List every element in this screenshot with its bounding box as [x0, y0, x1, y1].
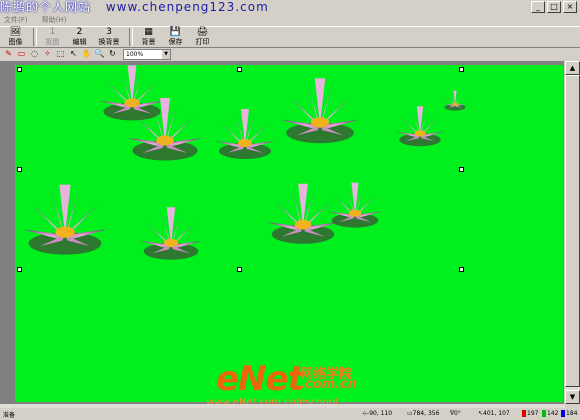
- background-button[interactable]: ▦ 背景: [136, 27, 161, 47]
- print-button-label: 打印: [195, 37, 210, 46]
- minimize-button[interactable]: _: [531, 1, 545, 13]
- step-1-icon: 1: [49, 26, 56, 37]
- step-3-icon: 3: [106, 26, 112, 37]
- replace-background-button[interactable]: 3 换背景: [94, 27, 124, 47]
- selection-handle[interactable]: [459, 67, 464, 72]
- edit-button-label: 编辑: [72, 37, 87, 46]
- zoom-icon[interactable]: 🔍: [94, 49, 105, 59]
- save-button[interactable]: 💾 保存: [163, 27, 188, 47]
- image-canvas[interactable]: [15, 65, 563, 402]
- tool-toolbar: ✎ ▭ ◌ ✧ ⬚ ↖ ✋ 🔍 ↻ 100% ▼: [0, 48, 580, 60]
- menu-bar: 文件(F) 帮助(H): [0, 14, 580, 26]
- eraser-icon[interactable]: ▭: [16, 49, 27, 59]
- window-controls: _ □ ×: [531, 1, 577, 13]
- edit-button[interactable]: 2 编辑: [67, 27, 92, 47]
- selection-handle[interactable]: [237, 267, 242, 272]
- chevron-down-icon[interactable]: ▼: [162, 49, 170, 59]
- lasso-icon[interactable]: ◌: [29, 49, 40, 59]
- save-icon: 💾: [169, 26, 182, 37]
- cutout-button-label: 抠图: [45, 37, 60, 46]
- scroll-down-icon[interactable]: ▼: [565, 390, 580, 404]
- zoom-value: 100%: [126, 50, 144, 58]
- image-button-label: 图像: [8, 37, 23, 46]
- menu-file[interactable]: 文件(F): [4, 16, 28, 24]
- magic-wand-icon[interactable]: ✧: [42, 49, 53, 59]
- brush-icon[interactable]: ✎: [3, 49, 14, 59]
- print-icon: 🖨: [196, 26, 209, 37]
- cutout-button[interactable]: 1 抠图: [40, 27, 65, 47]
- hand-icon[interactable]: ✋: [81, 49, 92, 59]
- rotate-icon[interactable]: ↻: [107, 49, 118, 59]
- vertical-scrollbar[interactable]: ▲ ▼: [565, 61, 580, 404]
- status-blue: 184: [561, 410, 577, 417]
- maximize-button[interactable]: □: [547, 1, 561, 13]
- toolbar-separator: [33, 28, 37, 46]
- status-angle: ∇0°: [450, 410, 461, 417]
- watermark-site: 陈鹏的个人网站: [0, 0, 92, 14]
- image-icon: 🖼: [9, 26, 22, 37]
- status-size: ⊹-90, 110: [362, 410, 393, 417]
- save-button-label: 保存: [168, 37, 183, 46]
- status-bar: 准备 ⊹-90, 110 ▭784, 356 ∇0° ↖401, 107 197…: [0, 408, 580, 420]
- status-red: 197: [522, 410, 538, 417]
- selection-handle[interactable]: [459, 267, 464, 272]
- main-toolbar: 🖼 图像 1 抠图 2 编辑 3 换背景 ▦ 背景 💾 保存 🖨 打印: [0, 26, 580, 48]
- status-green: 142: [542, 410, 558, 417]
- enet-logo-watermark: eNet 网络学院 .com.cn: [216, 359, 357, 399]
- pointer-icon[interactable]: ↖: [68, 49, 79, 59]
- status-ready: 准备: [3, 412, 16, 419]
- enet-logo-text: eNet: [216, 359, 304, 399]
- selection-handle[interactable]: [237, 67, 242, 72]
- toolbar-separator: [129, 28, 133, 46]
- selection-handle[interactable]: [17, 67, 22, 72]
- title-bar: 陈鹏的个人网站 www.chenpeng123.com _ □ ×: [0, 0, 580, 14]
- close-button[interactable]: ×: [563, 1, 577, 13]
- replace-background-label: 换背景: [98, 37, 120, 46]
- image-button[interactable]: 🖼 图像: [3, 27, 28, 47]
- scroll-thumb[interactable]: [565, 75, 580, 387]
- zoom-select[interactable]: 100% ▼: [123, 48, 171, 60]
- menu-help[interactable]: 帮助(H): [42, 16, 67, 24]
- selection-handle[interactable]: [459, 167, 464, 172]
- enet-domain: .com.cn: [300, 377, 358, 392]
- selection-handle[interactable]: [17, 267, 22, 272]
- print-button[interactable]: 🖨 打印: [190, 27, 215, 47]
- step-2-icon: 2: [76, 26, 83, 37]
- scroll-up-icon[interactable]: ▲: [565, 61, 580, 75]
- select-icon[interactable]: ⬚: [55, 49, 66, 59]
- status-dimensions: ▭784, 356: [407, 410, 440, 417]
- watermark-url: www.chenpeng123.com: [105, 0, 269, 14]
- lotus-image: [23, 65, 467, 260]
- selection-handle[interactable]: [17, 167, 22, 172]
- background-button-label: 背景: [141, 37, 156, 46]
- status-cursor: ↖401, 107: [478, 410, 510, 417]
- background-icon: ▦: [144, 26, 153, 37]
- watermark-top: 陈鹏的个人网站 www.chenpeng123.com: [0, 0, 269, 15]
